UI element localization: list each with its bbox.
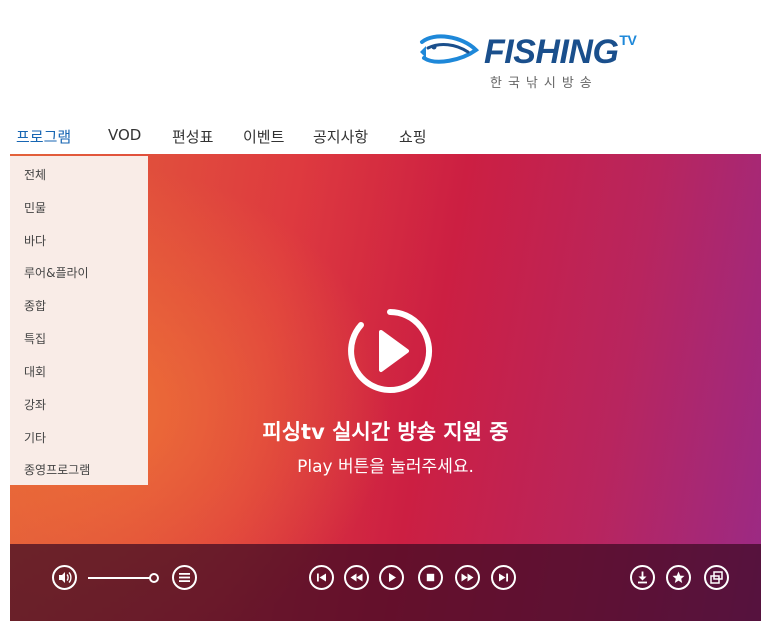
popup-window-icon — [710, 571, 723, 584]
favorite-button[interactable] — [666, 565, 691, 590]
skip-previous-button[interactable] — [309, 565, 334, 590]
volume-slider-knob[interactable] — [149, 573, 159, 583]
stop-icon — [426, 573, 435, 582]
volume-button[interactable] — [52, 565, 77, 590]
nav-item-vod[interactable]: VOD — [108, 126, 141, 144]
volume-icon — [59, 572, 72, 583]
play-button[interactable] — [379, 565, 404, 590]
volume-slider-track[interactable] — [88, 577, 150, 579]
popup-window-button[interactable] — [704, 565, 729, 590]
dropdown-item-special[interactable]: 특집 — [24, 330, 46, 347]
program-dropdown-menu: 전체 민물 바다 루어&플라이 종합 특집 대회 강좌 기타 종영프로그램 — [10, 156, 148, 485]
dropdown-item-tournament[interactable]: 대회 — [24, 363, 46, 380]
skip-next-button[interactable] — [491, 565, 516, 590]
dropdown-item-ended-programs[interactable]: 종영프로그램 — [24, 461, 90, 478]
stop-button[interactable] — [418, 565, 443, 590]
dropdown-item-general[interactable]: 종합 — [24, 297, 46, 314]
nav-item-notice[interactable]: 공지사항 — [313, 126, 368, 147]
nav-item-shopping[interactable]: 쇼핑 — [399, 126, 427, 147]
dropdown-item-all[interactable]: 전체 — [24, 166, 46, 183]
download-icon — [638, 571, 647, 584]
nav-item-event[interactable]: 이벤트 — [243, 126, 284, 147]
logo-subtitle: 한국낚시방송 — [490, 76, 598, 91]
logo-brand-sup: TV — [619, 32, 637, 48]
skip-previous-icon — [317, 573, 326, 582]
rewind-button[interactable] — [344, 565, 369, 590]
skip-next-icon — [499, 573, 508, 582]
main-nav: 프로그램 VOD 편성표 이벤트 공지사항 쇼핑 — [0, 122, 761, 157]
nav-item-schedule[interactable]: 편성표 — [172, 126, 213, 147]
nav-item-program[interactable]: 프로그램 — [16, 126, 71, 147]
playlist-button[interactable] — [172, 565, 197, 590]
dropdown-item-freshwater[interactable]: 민물 — [24, 199, 46, 216]
big-play-icon[interactable] — [345, 306, 435, 396]
dropdown-item-lecture[interactable]: 강좌 — [24, 396, 46, 413]
logo-brand-text: FISHINGTV — [484, 32, 637, 71]
fish-logo-icon — [420, 34, 480, 64]
playlist-icon — [179, 573, 190, 582]
fishing-tv-logo[interactable]: FISHINGTV 한국낚시방송 — [418, 28, 638, 96]
dropdown-item-sea[interactable]: 바다 — [24, 232, 46, 249]
fast-forward-icon — [461, 573, 474, 582]
download-button[interactable] — [630, 565, 655, 590]
dropdown-item-lure-fly[interactable]: 루어&플라이 — [24, 264, 89, 281]
dropdown-item-etc[interactable]: 기타 — [24, 429, 46, 446]
fast-forward-button[interactable] — [455, 565, 480, 590]
player-control-bar — [10, 544, 761, 621]
rewind-icon — [350, 573, 363, 582]
favorite-star-icon — [672, 571, 685, 583]
play-icon — [389, 573, 396, 582]
